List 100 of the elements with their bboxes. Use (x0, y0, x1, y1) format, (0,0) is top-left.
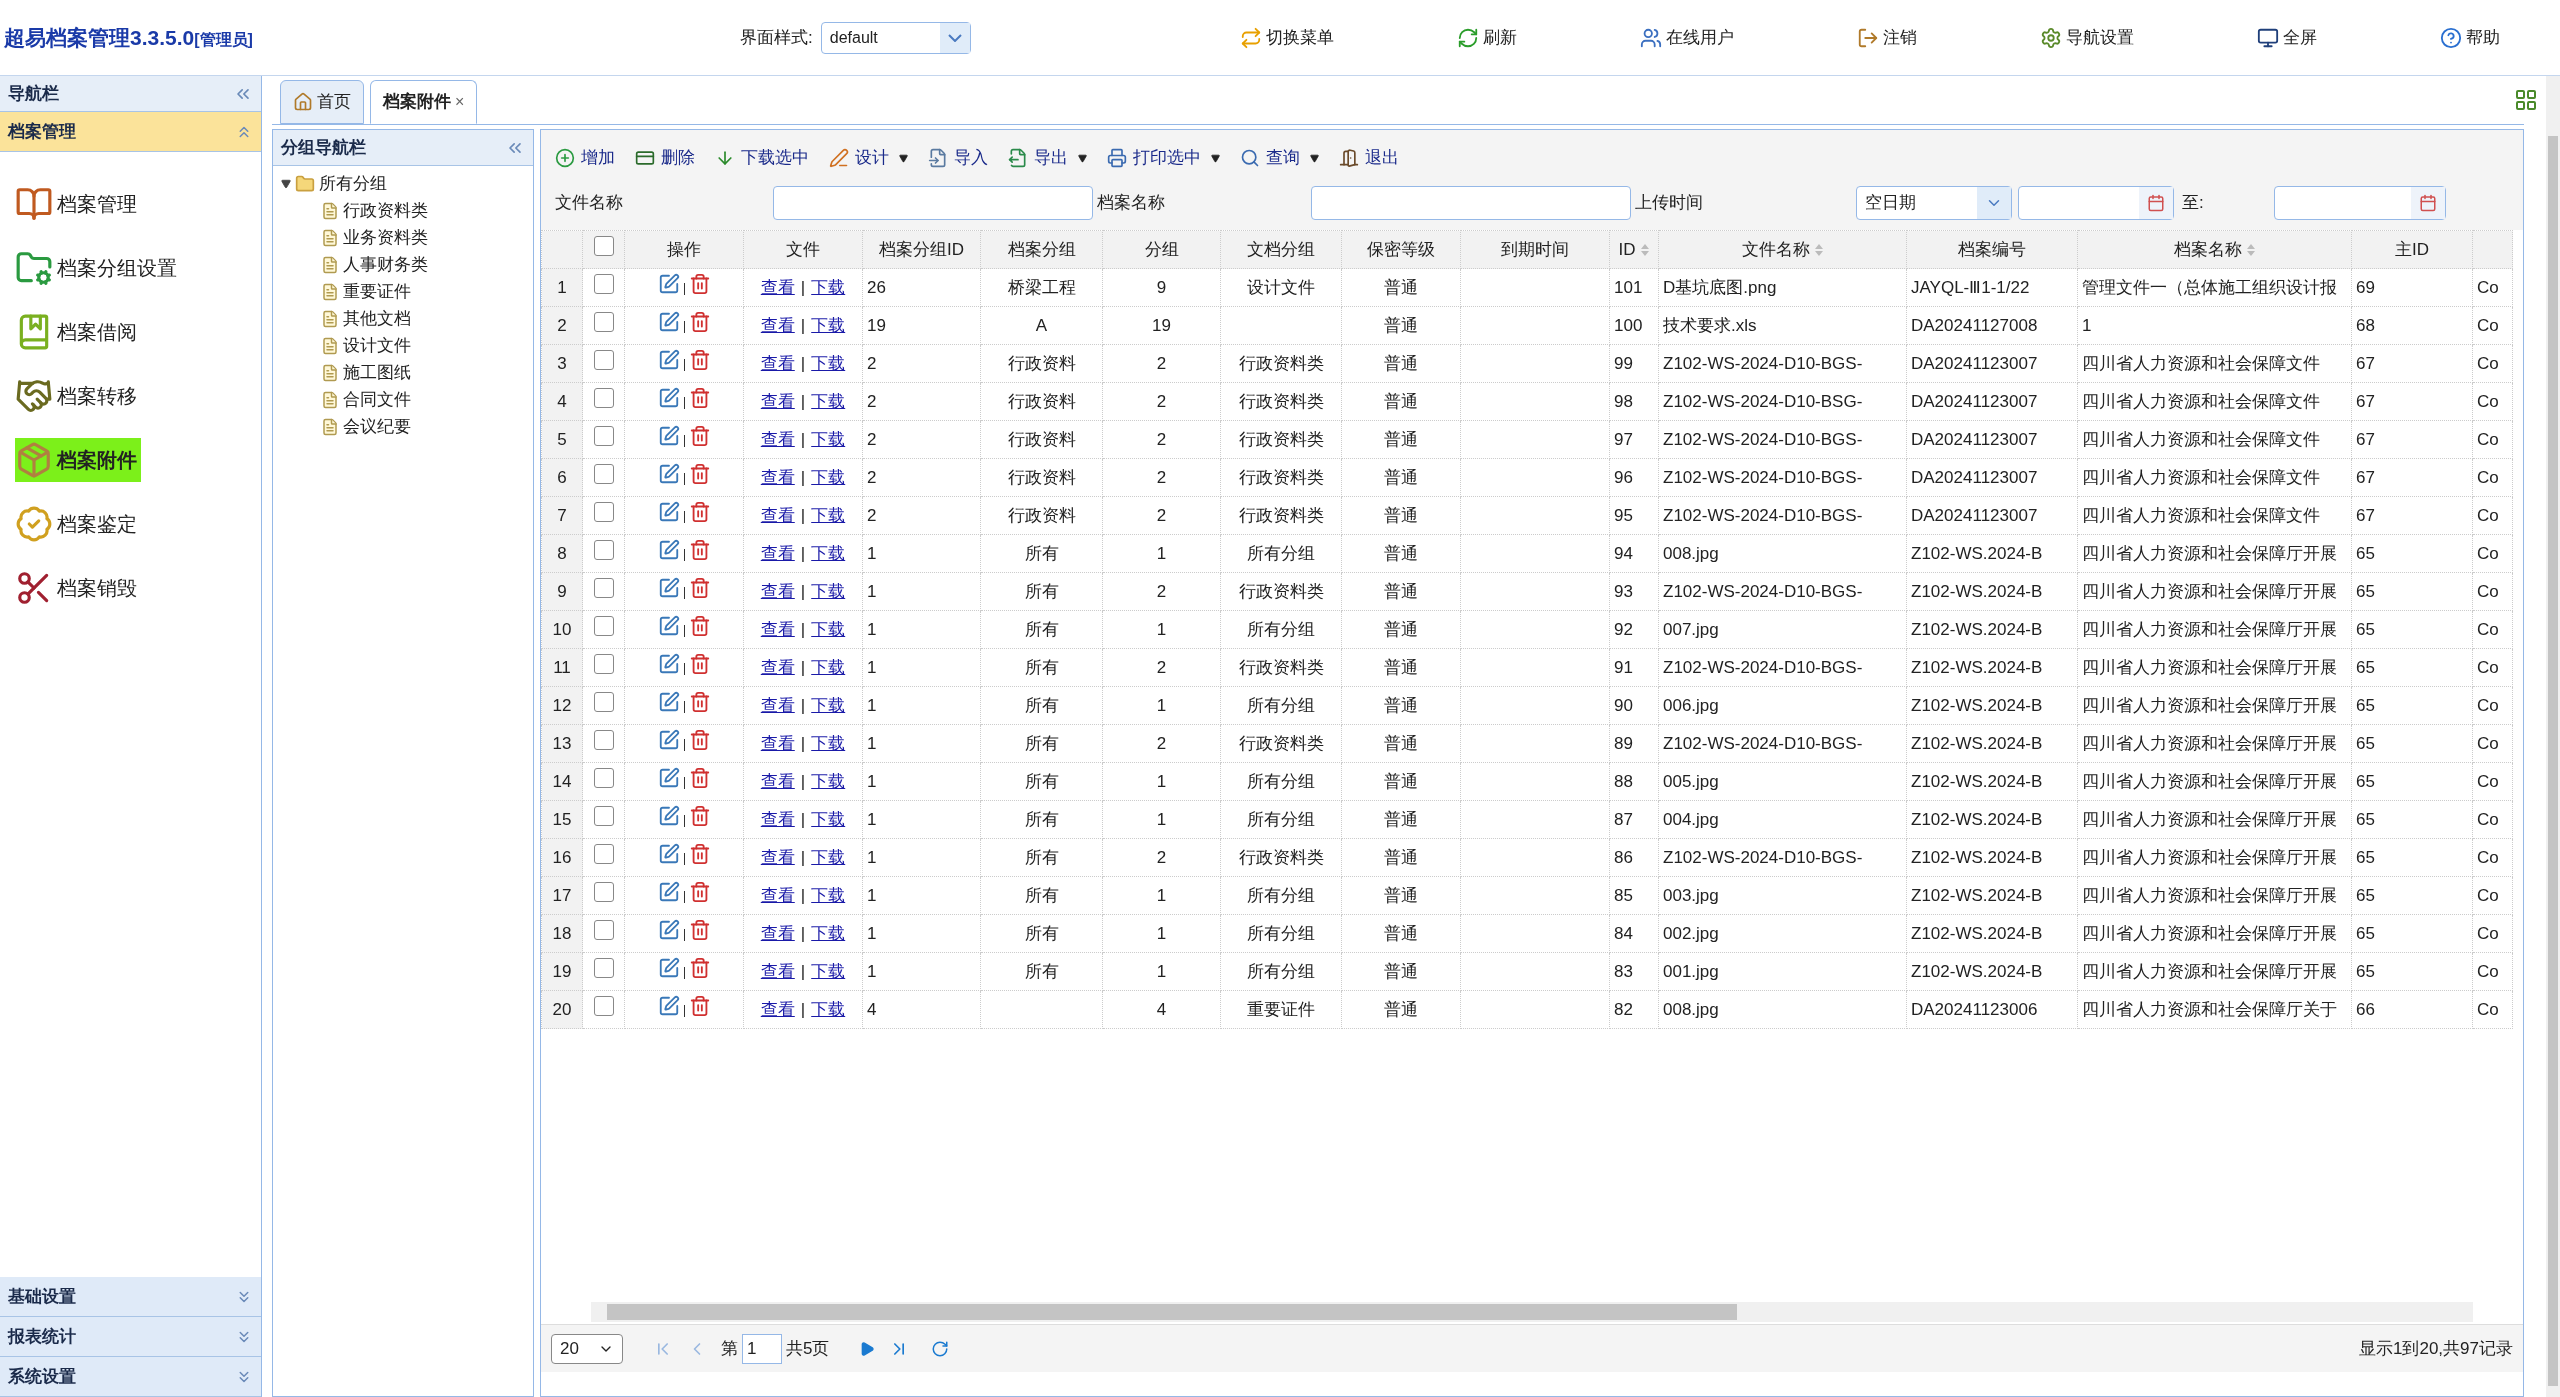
checkbox[interactable] (593, 577, 614, 598)
view-link[interactable]: 查看 (760, 733, 795, 753)
checkbox[interactable] (593, 311, 614, 332)
edit-icon[interactable] (657, 272, 680, 295)
header-menu-button[interactable]: 导航设置 (2040, 24, 2134, 51)
toolbar-button[interactable]: 查询 (1240, 145, 1319, 171)
date-mode-select[interactable]: 空日期 (1856, 186, 2012, 220)
view-link[interactable]: 查看 (760, 353, 795, 373)
reload-icon[interactable] (931, 1339, 950, 1358)
nav-item[interactable]: 档案管理 (15, 182, 141, 226)
download-link[interactable]: 下载 (811, 277, 846, 297)
accordion-header[interactable]: 报表统计 (0, 1317, 261, 1357)
panel-icon[interactable] (2514, 88, 2538, 112)
trash-icon[interactable] (688, 538, 711, 561)
header-menu-button[interactable]: 全屏 (2257, 24, 2317, 51)
edit-icon[interactable] (657, 462, 680, 485)
checkbox[interactable] (593, 235, 614, 256)
tree-item[interactable]: 业务资料类 (343, 224, 428, 251)
header-menu-button[interactable]: 注销 (1857, 24, 1917, 51)
view-link[interactable]: 查看 (760, 885, 795, 905)
nav-item[interactable]: 档案借阅 (15, 310, 141, 354)
trash-icon[interactable] (688, 728, 711, 751)
download-link[interactable]: 下载 (811, 771, 846, 791)
view-link[interactable]: 查看 (760, 581, 795, 601)
edit-icon[interactable] (657, 348, 680, 371)
expand-triangle-icon[interactable] (281, 178, 291, 189)
view-link[interactable]: 查看 (760, 695, 795, 715)
trash-icon[interactable] (688, 348, 711, 371)
toolbar-button[interactable]: 删除 (635, 145, 695, 171)
toolbar-button[interactable]: 设计 (829, 145, 908, 171)
checkbox[interactable] (593, 919, 614, 940)
start-date-field[interactable] (2018, 186, 2174, 220)
download-link[interactable]: 下载 (811, 847, 846, 867)
download-link[interactable]: 下载 (811, 581, 846, 601)
checkbox[interactable] (593, 805, 614, 826)
edit-icon[interactable] (657, 918, 680, 941)
trash-icon[interactable] (688, 766, 711, 789)
download-link[interactable]: 下载 (811, 391, 846, 411)
edit-icon[interactable] (657, 310, 680, 333)
trash-icon[interactable] (688, 500, 711, 523)
view-link[interactable]: 查看 (760, 315, 795, 335)
archive-name-field[interactable] (1311, 186, 1631, 220)
column-header[interactable]: 文件名称 (1658, 230, 1907, 269)
checkbox[interactable] (593, 995, 614, 1016)
tree-item[interactable]: 重要证件 (343, 278, 411, 305)
nav-item[interactable]: 档案销毁 (15, 566, 141, 610)
checkbox[interactable] (593, 273, 614, 294)
edit-icon[interactable] (657, 652, 680, 675)
column-header[interactable]: 档案分组 (980, 230, 1103, 269)
tree-item[interactable]: 人事财务类 (343, 251, 428, 278)
trash-icon[interactable] (688, 994, 711, 1017)
edit-icon[interactable] (657, 956, 680, 979)
trash-icon[interactable] (688, 310, 711, 333)
column-header[interactable]: 文档分组 (1220, 230, 1342, 269)
trash-icon[interactable] (688, 576, 711, 599)
trash-icon[interactable] (688, 424, 711, 447)
style-select[interactable]: default (820, 21, 971, 54)
toolbar-button[interactable]: 下载选中 (715, 145, 809, 171)
end-date-field[interactable] (2274, 186, 2446, 220)
nav-item[interactable]: 档案鉴定 (15, 502, 141, 546)
edit-icon[interactable] (657, 880, 680, 903)
download-link[interactable]: 下载 (811, 353, 846, 373)
checkbox[interactable] (593, 767, 614, 788)
header-menu-button[interactable]: 刷新 (1457, 24, 1517, 51)
column-header[interactable]: 档案名称 (2077, 230, 2352, 269)
tree-item[interactable]: 所有分组 (319, 170, 387, 197)
download-link[interactable]: 下载 (811, 543, 846, 563)
download-link[interactable]: 下载 (811, 695, 846, 715)
trash-icon[interactable] (688, 956, 711, 979)
checkbox[interactable] (593, 425, 614, 446)
checkbox[interactable] (593, 653, 614, 674)
view-link[interactable]: 查看 (760, 999, 795, 1019)
trash-icon[interactable] (688, 272, 711, 295)
column-header[interactable]: 保密等级 (1341, 230, 1461, 269)
edit-icon[interactable] (657, 690, 680, 713)
trash-icon[interactable] (688, 652, 711, 675)
download-link[interactable]: 下载 (811, 961, 846, 981)
toolbar-button[interactable]: 打印选中 (1107, 145, 1220, 171)
trash-icon[interactable] (688, 462, 711, 485)
checkbox[interactable] (593, 387, 614, 408)
view-link[interactable]: 查看 (760, 771, 795, 791)
checkbox[interactable] (593, 501, 614, 522)
edit-icon[interactable] (657, 614, 680, 637)
view-link[interactable]: 查看 (760, 923, 795, 943)
close-icon[interactable]: × (455, 90, 465, 114)
toolbar-button[interactable]: 导入 (928, 145, 988, 171)
tree-item[interactable]: 设计文件 (343, 332, 411, 359)
view-link[interactable]: 查看 (760, 809, 795, 829)
download-link[interactable]: 下载 (811, 657, 846, 677)
horizontal-scrollbar[interactable] (591, 1302, 2473, 1322)
checkbox[interactable] (593, 615, 614, 636)
trash-icon[interactable] (688, 918, 711, 941)
edit-icon[interactable] (657, 500, 680, 523)
view-link[interactable]: 查看 (760, 505, 795, 525)
edit-icon[interactable] (657, 576, 680, 599)
header-menu-button[interactable]: 在线用户 (1640, 24, 1734, 51)
page-number-field[interactable]: 1 (742, 1333, 782, 1364)
header-menu-button[interactable]: 切换菜单 (1240, 24, 1334, 51)
download-link[interactable]: 下载 (811, 999, 846, 1019)
header-menu-button[interactable]: 帮助 (2440, 24, 2500, 51)
